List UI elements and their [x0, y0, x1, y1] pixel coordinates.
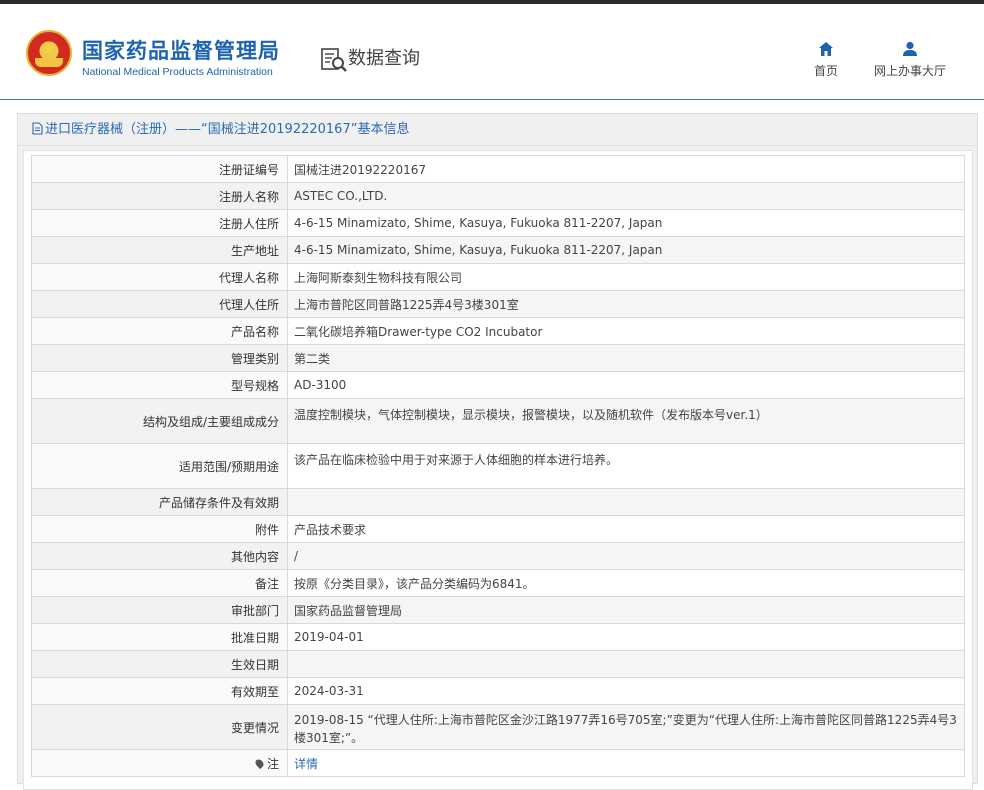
row-value: 该产品在临床检验中用于对来源于人体细胞的样本进行培养。	[287, 443, 965, 489]
info-card: 注册证编号 国械注进20192220167 注册人名称 ASTEC CO.,LTD.…	[23, 150, 973, 790]
row-label: 其他内容	[31, 542, 288, 570]
table-row: 管理类别 第二类	[31, 344, 965, 372]
data-query-icon	[321, 48, 347, 72]
row-value: 4-6-15 Minamizato, Shime, Kasuya, Fukuok…	[287, 209, 965, 237]
user-icon	[903, 41, 917, 56]
row-label: 注册证编号	[31, 155, 288, 183]
table-row: 型号规格 AD-3100	[31, 371, 965, 399]
row-value: 第二类	[287, 344, 965, 372]
row-value: 2019-04-01	[287, 623, 965, 651]
row-label: 附件	[31, 515, 288, 543]
logo-english-name[interactable]: National Medical Products Administration	[82, 66, 273, 78]
row-label: 注册人住所	[31, 209, 288, 237]
row-value: ASTEC CO.,LTD.	[287, 182, 965, 210]
table-row: 产品名称 二氧化碳培养箱Drawer-type CO2 Incubator	[31, 317, 965, 345]
table-row: 备注 按原《分类目录》，该产品分类编码为6841。	[31, 569, 965, 597]
row-value: 2019-08-15 “代理人住所:上海市普陀区金沙江路1977弄16号705室…	[287, 704, 965, 750]
row-label: 审批部门	[31, 596, 288, 624]
panel-title: 进口医疗器械（注册）——“国械注进20192220167”基本信息	[45, 122, 410, 137]
table-row: 有效期至 2024-03-31	[31, 677, 965, 705]
nav-home[interactable]: 首页	[806, 40, 846, 79]
row-value: 详情	[287, 749, 965, 777]
row-value: /	[287, 542, 965, 570]
row-label: 批准日期	[31, 623, 288, 651]
table-row: 适用范围/预期用途 该产品在临床检验中用于对来源于人体细胞的样本进行培养。	[31, 443, 965, 489]
row-value: 按原《分类目录》，该产品分类编码为6841。	[287, 569, 965, 597]
row-label: 备注	[31, 569, 288, 597]
row-label: 代理人住所	[31, 290, 288, 318]
row-label: 产品名称	[31, 317, 288, 345]
table-row: 注册人名称 ASTEC CO.,LTD.	[31, 182, 965, 210]
row-label: 注	[266, 756, 279, 771]
row-value	[287, 488, 965, 516]
table-row: 审批部门 国家药品监督管理局	[31, 596, 965, 624]
row-value: 4-6-15 Minamizato, Shime, Kasuya, Fukuok…	[287, 236, 965, 264]
table-row: 产品储存条件及有效期	[31, 488, 965, 516]
table-row: 生产地址 4-6-15 Minamizato, Shime, Kasuya, Fu…	[31, 236, 965, 264]
row-label: 代理人名称	[31, 263, 288, 291]
table-row: 结构及组成/主要组成成分 温度控制模块，气体控制模块，显示模块，报警模块，以及随机…	[31, 398, 965, 444]
table-row: 变更情况 2019-08-15 “代理人住所:上海市普陀区金沙江路1977弄16号…	[31, 704, 965, 750]
table-row: 代理人名称 上海阿斯泰刻生物科技有限公司	[31, 263, 965, 291]
row-label: 产品储存条件及有效期	[31, 488, 288, 516]
row-label: 有效期至	[31, 677, 288, 705]
table-row: 附件 产品技术要求	[31, 515, 965, 543]
row-label: 变更情况	[31, 704, 288, 750]
national-emblem-icon: ★	[26, 30, 72, 76]
logo-chinese-name[interactable]: 国家药品监督管理局	[82, 35, 280, 65]
panel-title-bar: 进口医疗器械（注册）——“国械注进20192220167”基本信息	[18, 114, 977, 146]
row-value: 二氧化碳培养箱Drawer-type CO2 Incubator	[287, 317, 965, 345]
row-label: 生产地址	[31, 236, 288, 264]
table-row: 生效日期	[31, 650, 965, 678]
note-label-cell: 注	[31, 749, 288, 777]
row-value: AD-3100	[287, 371, 965, 399]
row-label: 生效日期	[31, 650, 288, 678]
row-label: 管理类别	[31, 344, 288, 372]
details-link[interactable]: 详情	[294, 757, 318, 771]
row-value: 产品技术要求	[287, 515, 965, 543]
table-row: 批准日期 2019-04-01	[31, 623, 965, 651]
home-icon	[819, 42, 833, 56]
table-row: 注 详情	[31, 749, 965, 777]
data-query-title: 数据查询	[348, 48, 420, 69]
row-value: 国械注进20192220167	[287, 155, 965, 183]
row-value	[287, 650, 965, 678]
location-pin-icon	[253, 757, 266, 769]
row-value: 2024-03-31	[287, 677, 965, 705]
row-label: 注册人名称	[31, 182, 288, 210]
row-label: 型号规格	[31, 371, 288, 399]
nav-online-service-hall[interactable]: 网上办事大厅	[866, 40, 954, 79]
table-row: 注册人住所 4-6-15 Minamizato, Shime, Kasuya, F…	[31, 209, 965, 237]
row-value: 上海阿斯泰刻生物科技有限公司	[287, 263, 965, 291]
nav-home-label[interactable]: 首页	[814, 64, 838, 78]
row-label: 适用范围/预期用途	[31, 443, 288, 489]
registration-info-table: 注册证编号 国械注进20192220167 注册人名称 ASTEC CO.,LTD.…	[31, 155, 965, 777]
nav-online-service-hall-label[interactable]: 网上办事大厅	[874, 64, 946, 78]
table-row: 注册证编号 国械注进20192220167	[31, 155, 965, 183]
row-label: 结构及组成/主要组成成分	[31, 398, 288, 444]
detail-panel: 进口医疗器械（注册）——“国械注进20192220167”基本信息 注册证编号国…	[17, 113, 978, 790]
row-value: 国家药品监督管理局	[287, 596, 965, 624]
table-row: 代理人住所 上海市普陀区同普路1225弄4号3楼301室	[31, 290, 965, 318]
site-header: ★ 国家药品监督管理局 National Medical Products Ad…	[0, 4, 984, 100]
row-value: 温度控制模块，气体控制模块，显示模块，报警模块，以及随机软件（发布版本号ver.…	[287, 398, 965, 444]
table-row: 其他内容 /	[31, 542, 965, 570]
row-value: 上海市普陀区同普路1225弄4号3楼301室	[287, 290, 965, 318]
document-icon	[32, 122, 43, 135]
